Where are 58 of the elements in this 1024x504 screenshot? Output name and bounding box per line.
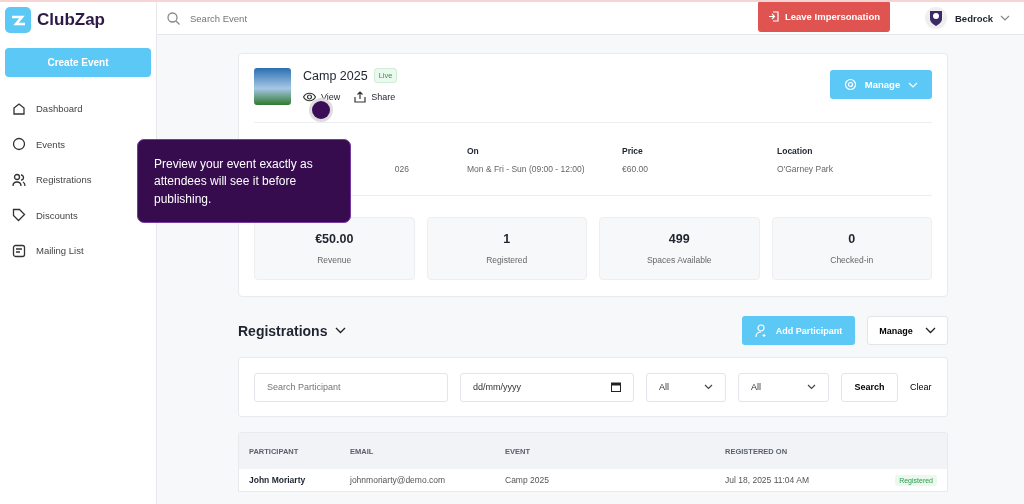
stat-value: 499 bbox=[668, 232, 690, 246]
detail-label: Location bbox=[777, 146, 814, 156]
club-badge-icon bbox=[924, 6, 948, 30]
table-cell-text: johnmoriarty@demo.com bbox=[350, 475, 447, 485]
detail-label: On bbox=[467, 146, 480, 156]
person-add-icon bbox=[754, 323, 767, 338]
stat-value: 0 bbox=[848, 232, 856, 246]
gear-icon bbox=[843, 78, 857, 91]
stat-label: Spaces Available bbox=[646, 255, 712, 265]
table-cell-text: John Moriarty bbox=[249, 475, 307, 485]
stat-label: Checked-in bbox=[830, 255, 874, 265]
account-name[interactable]: Bedrock bbox=[955, 12, 993, 24]
eye-icon bbox=[303, 92, 316, 102]
search-icon bbox=[167, 11, 180, 25]
stat-value: 1 bbox=[503, 232, 511, 246]
event-title: Camp 2025 bbox=[303, 68, 368, 83]
date-field[interactable]: dd/mm/yyyy bbox=[460, 372, 634, 402]
stat-label: Revenue bbox=[317, 255, 352, 265]
table-cell-text: Jul 18, 2025 11:04 AM bbox=[725, 475, 810, 485]
chevron-down-icon[interactable] bbox=[335, 327, 347, 334]
chevron-down-icon bbox=[924, 327, 936, 334]
leave-impersonation-button[interactable]: Leave Impersonation bbox=[758, 2, 890, 32]
dropdown[interactable]: All bbox=[646, 372, 726, 402]
detail-value: O'Garney Park bbox=[777, 164, 834, 174]
exit-icon bbox=[767, 11, 779, 22]
dropdown[interactable]: All bbox=[738, 372, 829, 402]
action-link[interactable]: Share bbox=[354, 91, 396, 103]
section-title: Registrations bbox=[238, 322, 328, 339]
search-button[interactable]: Search bbox=[841, 372, 898, 402]
stat-value: €50.00 bbox=[315, 232, 354, 246]
detail-label: Price bbox=[622, 146, 644, 156]
tooltip: Preview your event exactly as attendees will see it before publishing. bbox=[137, 139, 351, 223]
list-icon bbox=[12, 243, 26, 258]
calendar-icon bbox=[611, 382, 621, 392]
sidebar-item[interactable]: Dashboard bbox=[0, 91, 156, 127]
participant-search-field[interactable]: Search Participant bbox=[254, 372, 448, 402]
detail-value: €60.00 bbox=[622, 164, 649, 174]
table-cell-text: Camp 2025 bbox=[505, 475, 550, 485]
detail-value: Mon & Fri - Sun (09:00 - 12:00) bbox=[467, 164, 586, 174]
logo-icon bbox=[5, 7, 31, 33]
action-link[interactable]: View bbox=[303, 91, 341, 103]
hotspot-dot[interactable] bbox=[312, 101, 330, 119]
search-field[interactable]: Search Event bbox=[188, 11, 324, 25]
stat-label: Registered bbox=[486, 255, 528, 265]
detail-value: 026 bbox=[394, 164, 409, 174]
chevron-down-icon bbox=[704, 384, 713, 390]
brand-name: ClubZap bbox=[37, 10, 105, 30]
manage-button[interactable]: Manage bbox=[867, 316, 948, 345]
chevron-down-icon bbox=[908, 81, 919, 88]
clear-button[interactable]: Clear bbox=[910, 382, 932, 392]
share-icon bbox=[354, 91, 367, 103]
tag-icon bbox=[12, 208, 26, 223]
photo-placeholder bbox=[254, 68, 291, 105]
circle-icon bbox=[12, 137, 26, 152]
chevron-down-icon bbox=[807, 384, 816, 390]
home-icon bbox=[12, 101, 26, 116]
users-icon bbox=[12, 172, 26, 187]
sidebar-item[interactable]: Mailing List bbox=[0, 233, 156, 269]
